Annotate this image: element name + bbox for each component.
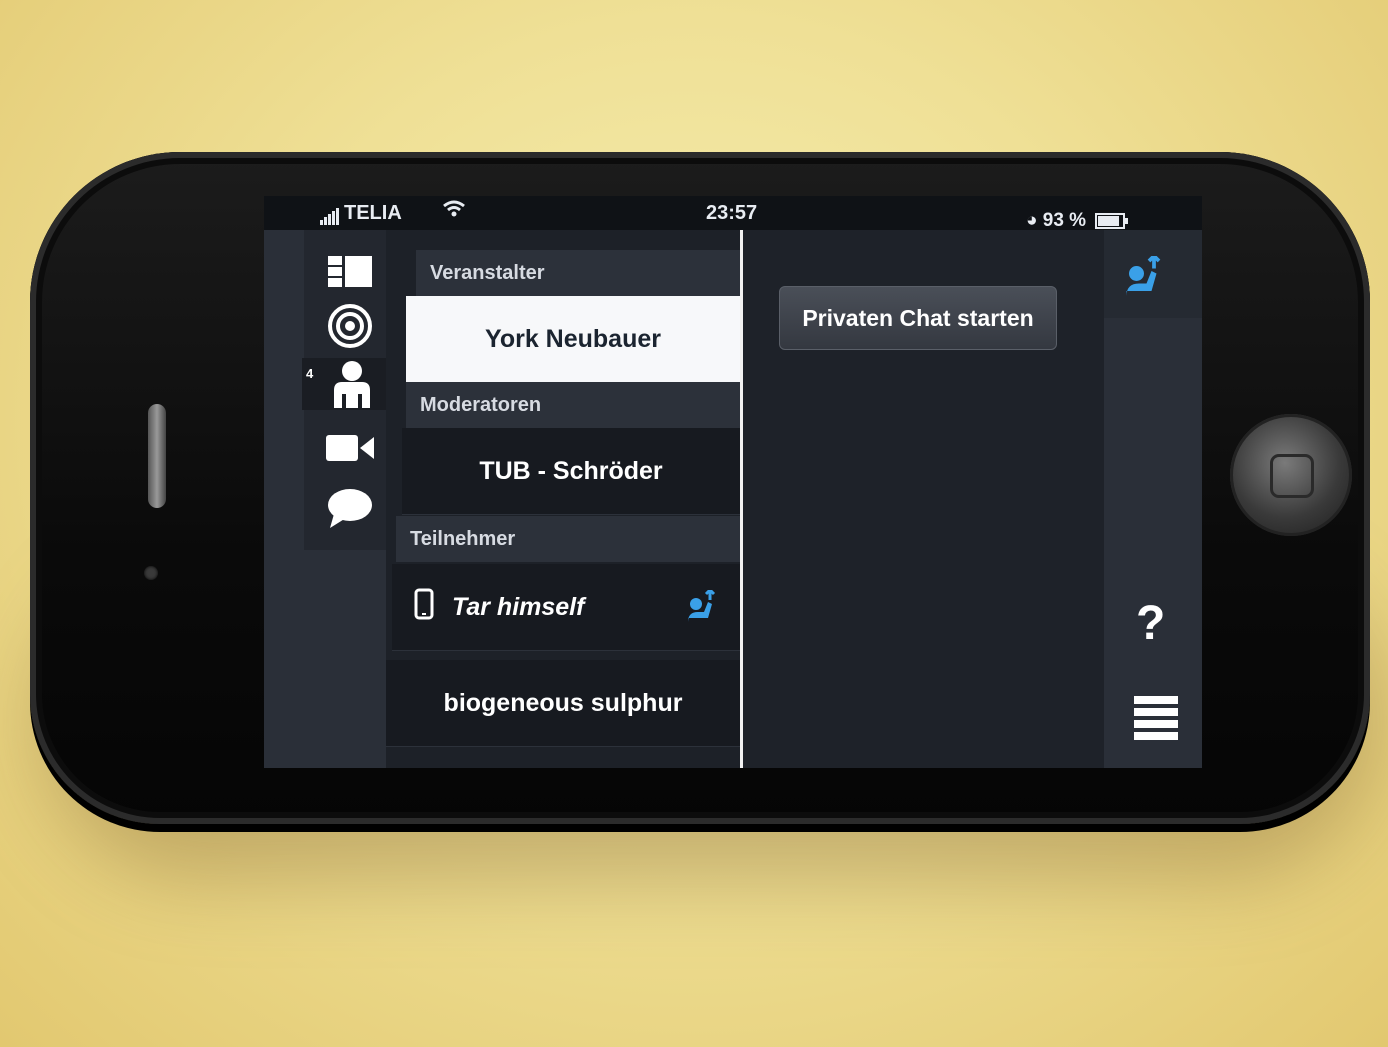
participants-icon [334,361,370,408]
status-bar: TELIA 23:57 ◕ 93 % [264,196,1202,232]
participants-header: Teilnehmer [396,516,750,562]
clock-lock-icon: ◕ [1026,210,1038,231]
target-icon[interactable] [320,300,380,352]
battery-icon [1095,212,1129,229]
home-button[interactable] [1230,414,1352,536]
list-item-participant[interactable]: biogeneous sulphur [386,660,740,747]
right-toolbar: ? [1104,230,1202,768]
participant-name: Tar himself [452,592,585,621]
battery-indicator: ◕ 93 % [1026,210,1129,232]
sidebar: 4 [264,230,408,768]
list-item-participant[interactable]: Tar himself [392,564,740,651]
front-camera [144,566,158,580]
carrier-indicator: TELIA [320,202,402,225]
participants-count-badge: 4 [306,366,314,381]
wifi-icon [442,200,466,223]
list-item-moderator[interactable]: TUB - Schröder [402,428,740,515]
video-icon[interactable] [320,422,380,474]
raise-hand-icon[interactable] [686,587,718,629]
carrier-label: TELIA [344,202,402,224]
participant-list: Veranstalter York Neubauer Moderatoren T… [386,230,750,768]
raise-hand-icon[interactable] [1124,253,1164,301]
screen: TELIA 23:57 ◕ 93 % 4 Veranstalter York N… [264,196,1202,768]
clock: 23:57 [706,202,758,224]
chat-icon[interactable] [320,482,380,534]
mobile-device-icon [414,588,434,627]
layout-icon[interactable] [320,246,380,298]
participant-name: biogeneous sulphur [443,688,683,717]
main-area: Privaten Chat starten [743,230,1123,768]
list-item-organizer[interactable]: York Neubauer [406,296,740,382]
help-button[interactable]: ? [1136,596,1165,651]
earpiece-speaker [148,404,166,508]
battery-percent: 93 % [1042,210,1087,231]
private-chat-button[interactable]: Privaten Chat starten [779,286,1057,350]
organizer-name: York Neubauer [485,324,661,353]
menu-icon[interactable] [1134,696,1178,747]
right-toolbar-top [1104,230,1202,318]
moderator-name: TUB - Schröder [479,456,663,485]
moderators-header: Moderatoren [406,382,740,428]
signal-icon [320,202,340,225]
home-square-icon [1270,454,1314,498]
organizer-header: Veranstalter [416,250,740,296]
